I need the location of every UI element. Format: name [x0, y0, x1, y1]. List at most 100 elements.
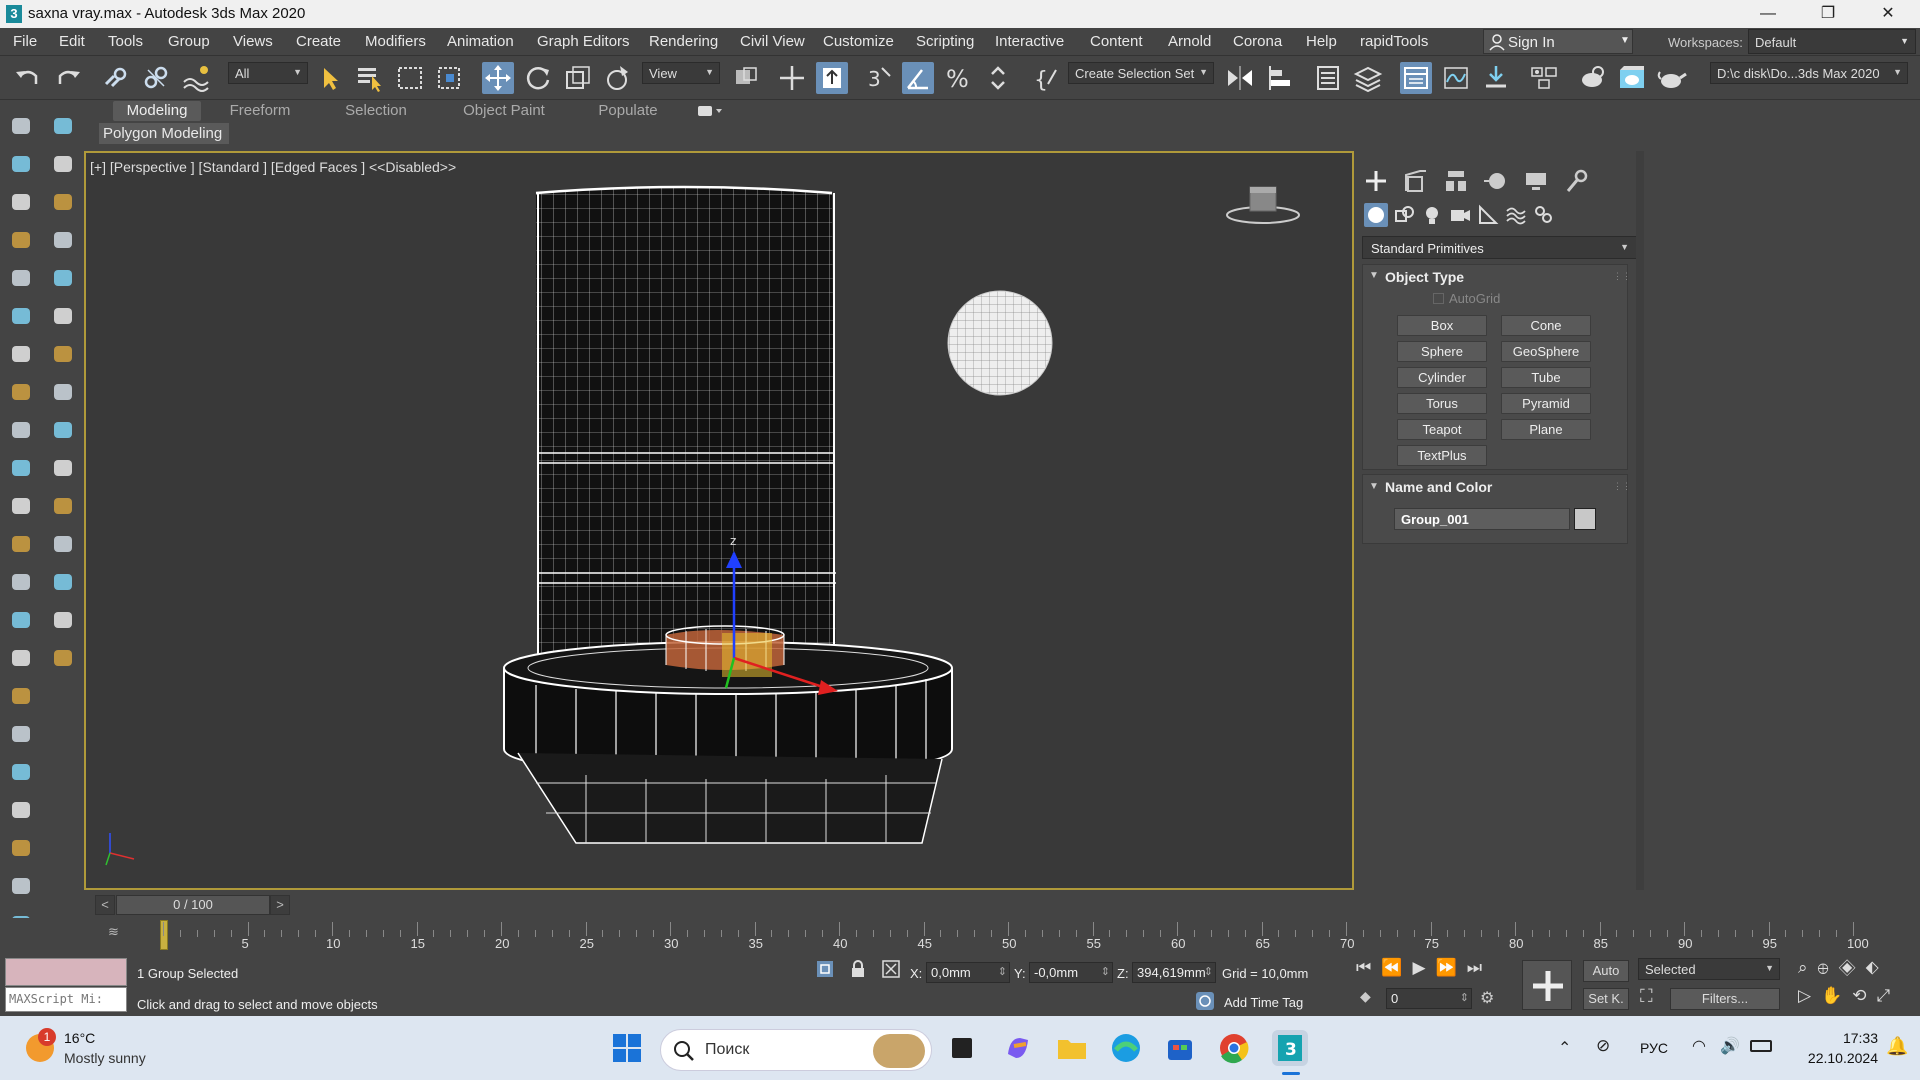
material-editor-button[interactable]: [1528, 62, 1560, 94]
select-and-scale-button[interactable]: [562, 62, 594, 94]
helpers-category-button[interactable]: [1476, 203, 1500, 227]
particles-icon[interactable]: [7, 758, 35, 786]
schematic-view-button[interactable]: [1480, 62, 1512, 94]
previous-frame-icon[interactable]: ⏪: [1381, 958, 1412, 977]
maximize-button[interactable]: ❐: [1800, 0, 1856, 28]
select-and-link-button[interactable]: [100, 62, 132, 94]
time-slider-handle[interactable]: [160, 920, 168, 950]
reference-coordinate-dropdown[interactable]: View: [642, 62, 720, 84]
curve-editor-mini-icon[interactable]: ≋: [108, 924, 130, 944]
ribbon-options-icon[interactable]: [696, 103, 724, 119]
align-button[interactable]: [1264, 62, 1296, 94]
forward-icon[interactable]: [7, 454, 35, 482]
tab-populate[interactable]: Populate: [584, 101, 672, 121]
undo-button[interactable]: [12, 62, 44, 94]
utilities-tab[interactable]: [1562, 167, 1594, 195]
isolate-selection-button[interactable]: [814, 958, 836, 980]
time-tag-icon[interactable]: [1194, 990, 1216, 1012]
percent-snap-toggle-button[interactable]: %: [942, 62, 974, 94]
select-and-manipulate-button[interactable]: [776, 62, 808, 94]
window-crossing-button[interactable]: [434, 62, 466, 94]
sun-icon[interactable]: [49, 150, 77, 178]
current-frame-field[interactable]: 0: [1386, 988, 1472, 1009]
table-icon[interactable]: [7, 264, 35, 292]
key-filter-dropdown[interactable]: Selected: [1638, 958, 1780, 980]
textplus-button[interactable]: TextPlus: [1397, 445, 1487, 466]
angle-snap-toggle-button[interactable]: [902, 62, 934, 94]
select-object-button[interactable]: [314, 62, 346, 94]
snaps-toggle-button[interactable]: 3: [862, 62, 894, 94]
render-setup-button[interactable]: [1576, 62, 1608, 94]
menu-views[interactable]: Views: [233, 33, 273, 50]
viewport-label[interactable]: [+] [Perspective ] [Standard ] [Edged Fa…: [90, 159, 456, 175]
tab-selection[interactable]: Selection: [332, 101, 420, 121]
screen-icon[interactable]: [49, 492, 77, 520]
collapse-arrow-icon[interactable]: ▼: [1369, 270, 1379, 281]
play-icon[interactable]: ▶: [1412, 958, 1435, 977]
sphere-icon[interactable]: [7, 568, 35, 596]
object-type-title[interactable]: Object Type: [1385, 269, 1464, 285]
wireframe-upper-body[interactable]: [535, 185, 836, 703]
menu-group[interactable]: Group: [168, 33, 210, 50]
saturn-icon[interactable]: [49, 606, 77, 634]
scene-explorer-button[interactable]: [1312, 62, 1344, 94]
layer-explorer-button[interactable]: [1352, 62, 1384, 94]
space-warps-category-button[interactable]: [1504, 203, 1528, 227]
bone-icon[interactable]: [49, 302, 77, 330]
starburst-icon[interactable]: [7, 682, 35, 710]
shapes-category-button[interactable]: [1392, 203, 1416, 227]
next-frame-icon[interactable]: ⏩: [1436, 958, 1467, 977]
teapot-button[interactable]: Teapot: [1397, 419, 1487, 440]
task-view-button[interactable]: [944, 1030, 980, 1066]
rendered-frame-window-button[interactable]: [1616, 62, 1648, 94]
weather-condition[interactable]: Mostly sunny: [64, 1050, 146, 1066]
network-icon[interactable]: [7, 834, 35, 862]
monitor-icon[interactable]: [7, 492, 35, 520]
gold-sphere-icon[interactable]: [7, 720, 35, 748]
rotate-icon[interactable]: [49, 378, 77, 406]
store-button[interactable]: [1162, 1030, 1198, 1066]
zoom-all-icon[interactable]: ⊕: [1818, 958, 1839, 977]
field-of-view-icon[interactable]: ▷: [1798, 986, 1821, 1005]
project-folder-dropdown[interactable]: D:\c disk\Do...3ds Max 2020: [1710, 62, 1908, 84]
x-coordinate-field[interactable]: 0,0mm: [926, 962, 1010, 983]
unlink-selection-button[interactable]: [140, 62, 172, 94]
cone-button[interactable]: Cone: [1501, 315, 1591, 336]
go-to-start-icon[interactable]: ⏮: [1356, 958, 1381, 977]
camera-alt-icon[interactable]: [49, 530, 77, 558]
show-hidden-icons-chevron-icon[interactable]: ⌃: [1558, 1038, 1571, 1058]
zoom-extents-all-icon[interactable]: ⬖: [1866, 958, 1889, 977]
viewport-scene[interactable]: z: [86, 153, 1352, 888]
tab-modeling[interactable]: Modeling: [113, 101, 201, 121]
clock-date[interactable]: 22.10.2024: [1794, 1050, 1878, 1066]
menu-file[interactable]: File: [13, 33, 37, 50]
set-key-button[interactable]: Set K.: [1583, 988, 1629, 1010]
select-and-move-button[interactable]: [482, 62, 514, 94]
spinner-snap-toggle-button[interactable]: [982, 62, 1014, 94]
menu-graph-editors[interactable]: Graph Editors: [537, 33, 630, 50]
render-production-button[interactable]: [1656, 62, 1688, 94]
menu-content[interactable]: Content: [1090, 33, 1143, 50]
track-bar[interactable]: [0, 918, 1920, 952]
tab-object-paint[interactable]: Object Paint: [454, 101, 554, 121]
weather-temperature[interactable]: 16°C: [64, 1030, 95, 1046]
edge-browser-button[interactable]: [1108, 1030, 1144, 1066]
add-time-tag-button[interactable]: Add Time Tag: [1224, 995, 1303, 1010]
wind-icon[interactable]: [7, 340, 35, 368]
teapot-icon[interactable]: [7, 112, 35, 140]
pivot-center-button[interactable]: [730, 62, 762, 94]
keyboard-shortcut-override-button[interactable]: [816, 62, 848, 94]
atom-icon[interactable]: [7, 606, 35, 634]
battery-icon[interactable]: [1750, 1040, 1772, 1052]
menu-customize[interactable]: Customize: [823, 33, 894, 50]
3dsmax-taskbar-button[interactable]: 3: [1272, 1030, 1308, 1066]
network-off-icon[interactable]: ⊘: [1596, 1036, 1610, 1056]
hierarchy-tab[interactable]: [1442, 167, 1474, 195]
menu-animation[interactable]: Animation: [447, 33, 514, 50]
image-icon[interactable]: [7, 188, 35, 216]
filters-button[interactable]: Filters...: [1670, 988, 1780, 1010]
workspace-dropdown[interactable]: Default ▼: [1748, 29, 1916, 54]
object-category-dropdown[interactable]: Standard Primitives: [1362, 236, 1638, 259]
frame-icon[interactable]: [49, 568, 77, 596]
close-button[interactable]: ✕: [1860, 0, 1916, 28]
